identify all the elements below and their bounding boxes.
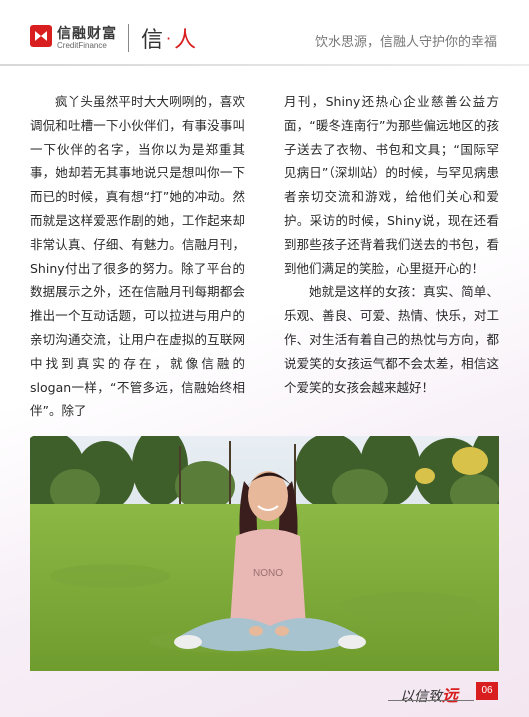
article-paragraph-1: 疯丫头虽然平时大大咧咧的，喜欢调侃和吐槽一下小伙伴们，有事没事叫一下伙伴的名字，… [30,94,245,419]
header-rule [0,64,529,66]
footer-rule [388,700,474,701]
article-right-column: 月刊，Shiny还热心企业慈善公益方面，“暖冬连南行”为那些偏远地区的孩子送去了… [284,90,499,399]
section-title-char-2: 人 [174,28,197,53]
sweater-print: NONO [253,568,283,579]
footer-signature: 以信致远 [400,682,458,706]
page-header: 信融财富 CreditFinance 信 · 人 饮水思源，信融人守护你的幸福 [0,0,529,68]
header-slogan: 饮水思源，信融人守护你的幸福 [314,35,497,50]
footer-signature-accent: 远 [442,686,459,705]
section-title-char-1: 信 [141,28,164,53]
footer-signature-text: 以信致 [400,689,442,705]
brand-name-cn: 信融财富 [57,26,117,42]
header-divider [128,24,129,52]
portrait-photo: NONO [30,436,499,671]
brand-logo-icon [30,25,52,47]
page-number: 06 [476,682,498,700]
section-title-dot: · [166,29,172,48]
article-left-column: 疯丫头虽然平时大大咧咧的，喜欢调侃和吐槽一下小伙伴们，有事没事叫一下伙伴的名字，… [30,90,245,423]
article-paragraph-2: 她就是这样的女孩：真实、简单、乐观、善良、可爱、热情、快乐，对工作、对生活有着自… [284,284,499,395]
article-paragraph-1-continued: 月刊，Shiny还热心企业慈善公益方面，“暖冬连南行”为那些偏远地区的孩子送去了… [284,94,499,276]
section-title: 信 · 人 [141,22,196,54]
brand-name-en: CreditFinance [57,41,107,50]
